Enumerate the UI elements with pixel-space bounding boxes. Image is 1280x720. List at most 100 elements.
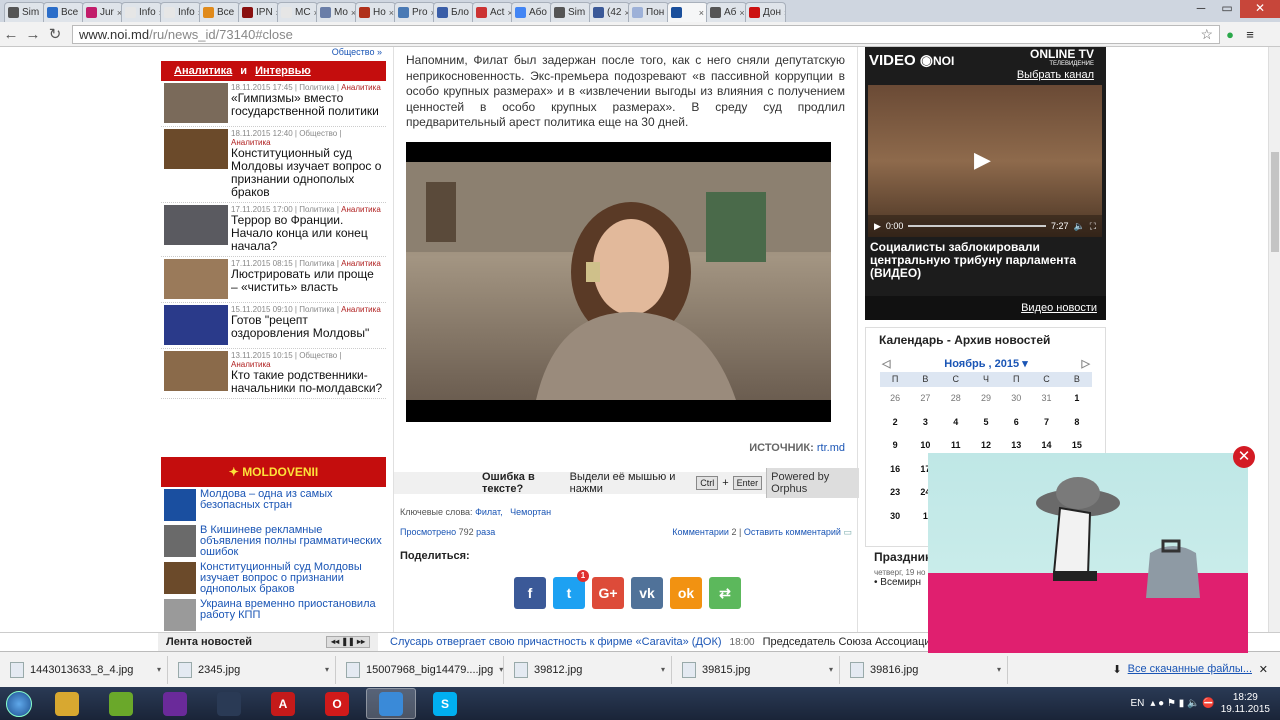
news-item[interactable]: 15.11.2015 09:10 | Политика | Аналитика …	[161, 303, 386, 349]
taskbar-app[interactable]	[366, 688, 416, 719]
browser-tab[interactable]: Пон×	[628, 2, 669, 22]
taskbar-app[interactable]: O	[312, 688, 362, 719]
browser-tab[interactable]: Mo ×	[316, 2, 357, 22]
play-icon[interactable]: ▶	[974, 147, 991, 173]
menu-icon[interactable]: ≡	[1240, 27, 1260, 42]
ad-close-icon[interactable]: ✕	[1233, 446, 1255, 468]
news-item[interactable]: 18.11.2015 17:45 | Политика | Аналитика …	[161, 81, 386, 127]
tray-icons[interactable]: ▴ ● ⚑ ▮ 🔈 ⛔	[1150, 698, 1214, 709]
advertisement-popup[interactable]	[928, 453, 1248, 653]
moldovenii-item[interactable]: В Кишиневе рекламные объявления полны гр…	[161, 523, 386, 560]
download-item[interactable]: 39812.jpg ▾	[504, 655, 672, 684]
tab-close-icon[interactable]: ×	[699, 8, 704, 18]
close-downloads-icon[interactable]: ✕	[1259, 663, 1268, 676]
calendar-day[interactable]: 27	[910, 387, 940, 411]
googleplus-icon[interactable]: G+	[592, 577, 624, 609]
moldovenii-title[interactable]: Молдова – одна из самых безопасных стран	[200, 489, 383, 521]
calendar-day[interactable]: 30	[880, 505, 910, 529]
moldovenii-title[interactable]: Конституционный суд Молдовы изучает вопр…	[200, 562, 383, 595]
news-thumbnail[interactable]	[164, 351, 228, 391]
news-title[interactable]: Готов "рецепт оздоровления Молдовы"	[231, 314, 383, 340]
browser-tab[interactable]: Info×	[160, 2, 201, 22]
taskbar-app[interactable]	[150, 688, 200, 719]
browser-tab[interactable]: MC×	[277, 2, 318, 22]
browser-tab[interactable]: Все×	[43, 2, 84, 22]
orphus-link[interactable]: Powered by Orphus	[766, 468, 859, 498]
download-menu-icon[interactable]: ▾	[325, 665, 329, 674]
choose-channel-link[interactable]: Выбрать канал	[1017, 69, 1094, 81]
news-title[interactable]: Кто такие родственники-начальники по-мол…	[231, 369, 383, 395]
video-news-link[interactable]: Видео новости	[1021, 302, 1097, 314]
download-menu-icon[interactable]: ▾	[157, 665, 161, 674]
tab-close-icon[interactable]: ×	[784, 8, 785, 18]
news-thumbnail[interactable]	[164, 305, 228, 345]
extension-icon[interactable]: ●	[1220, 27, 1240, 42]
prev-month-icon[interactable]: ◁	[882, 357, 890, 370]
video-caption[interactable]: Социалисты заблокировали центральную три…	[870, 241, 1100, 280]
download-item[interactable]: 39816.jpg ▾	[840, 655, 1008, 684]
news-title[interactable]: Конституционный суд Молдовы изучает вопр…	[231, 147, 383, 199]
browser-tab[interactable]: Info×	[121, 2, 162, 22]
download-item[interactable]: 15007968_big14479....jpg ▾	[336, 655, 504, 684]
twitter-icon[interactable]: t1	[553, 570, 589, 609]
download-menu-icon[interactable]: ▾	[661, 665, 665, 674]
calendar-day[interactable]: 5	[971, 411, 1001, 435]
fullscreen-icon[interactable]: ⛶	[1090, 221, 1096, 232]
reload-icon[interactable]: ↻	[44, 25, 66, 43]
news-thumbnail[interactable]	[164, 205, 228, 245]
calendar-day[interactable]: 30	[1001, 387, 1031, 411]
maximize-icon[interactable]: ▭	[1214, 0, 1240, 18]
calendar-day[interactable]: 28	[941, 387, 971, 411]
calendar-day[interactable]: 26	[880, 387, 910, 411]
video-progress[interactable]	[908, 225, 1046, 227]
calendar-day[interactable]: 16	[880, 458, 910, 482]
scroll-thumb[interactable]	[1271, 152, 1279, 252]
browser-tab[interactable]: Дон×	[745, 2, 786, 22]
download-item[interactable]: 39815.jpg ▾	[672, 655, 840, 684]
taskbar-app[interactable]: S	[420, 688, 470, 719]
download-menu-icon[interactable]: ▾	[499, 665, 503, 674]
download-menu-icon[interactable]: ▾	[829, 665, 833, 674]
news-item[interactable]: 13.11.2015 10:15 | Общество | Аналитика …	[161, 349, 386, 399]
back-icon[interactable]: ←	[0, 26, 22, 43]
download-item[interactable]: 2345.jpg ▾	[168, 655, 336, 684]
volume-icon[interactable]: 🔈	[1073, 221, 1084, 232]
moldovenii-thumbnail[interactable]	[164, 489, 196, 521]
share-icon[interactable]: ⇄	[709, 577, 741, 609]
analytics-link[interactable]: Аналитика	[174, 65, 232, 77]
moldovenii-thumbnail[interactable]	[164, 599, 196, 631]
article-video-player[interactable]	[406, 142, 831, 422]
news-thumbnail[interactable]	[164, 259, 228, 299]
vk-icon[interactable]: vk	[631, 577, 663, 609]
news-thumbnail[interactable]	[164, 129, 228, 169]
moldovenii-item[interactable]: Конституционный суд Молдовы изучает вопр…	[161, 560, 386, 597]
odnoklassniki-icon[interactable]: ok	[670, 577, 702, 609]
next-month-icon[interactable]: ▷	[1082, 357, 1090, 370]
taskbar-app[interactable]	[204, 688, 254, 719]
calendar-day[interactable]: 2	[880, 411, 910, 435]
url-field[interactable]: www.noi.md/ru/news_id/73140#close ☆	[72, 24, 1220, 44]
news-item[interactable]: 17.11.2015 08:15 | Политика | Аналитика …	[161, 257, 386, 303]
browser-tab[interactable]: ×	[667, 2, 708, 22]
download-item[interactable]: 1443013633_8_4.jpg ▾	[0, 655, 168, 684]
download-menu-icon[interactable]: ▾	[997, 665, 1001, 674]
moldovenii-item[interactable]: Молдова – одна из самых безопасных стран	[161, 487, 386, 523]
video-noi-player[interactable]: ▶ ▶ 0:00 7:27 🔈 ⛶	[868, 85, 1102, 237]
calendar-day[interactable]: 4	[941, 411, 971, 435]
ticker-controls[interactable]: ◂◂ ❚❚ ▸▸	[326, 636, 370, 648]
news-item[interactable]: 17.11.2015 17:00 | Политика | Аналитика …	[161, 203, 386, 257]
news-item[interactable]: 18.11.2015 12:40 | Общество | Аналитика …	[161, 127, 386, 203]
calendar-day[interactable]: 3	[910, 411, 940, 435]
browser-tab[interactable]: Або×	[511, 2, 552, 22]
news-title[interactable]: Люстрировать или проще – «чистить» власт…	[231, 268, 383, 294]
close-window-icon[interactable]: ✕	[1240, 0, 1280, 18]
moldovenii-title[interactable]: Украина временно приостановила работу КП…	[200, 599, 383, 631]
browser-tab[interactable]: IPN×	[238, 2, 279, 22]
calendar-day[interactable]: 6	[1001, 411, 1031, 435]
tab-close-icon[interactable]: ×	[739, 8, 744, 18]
facebook-icon[interactable]: f	[514, 577, 546, 609]
browser-tab[interactable]: Pro×	[394, 2, 435, 22]
leave-comment-link[interactable]: Оставить комментарий	[744, 527, 841, 537]
language-indicator[interactable]: EN	[1130, 698, 1144, 709]
news-title[interactable]: «Гимпизмы» вместо государственной полити…	[231, 92, 383, 118]
